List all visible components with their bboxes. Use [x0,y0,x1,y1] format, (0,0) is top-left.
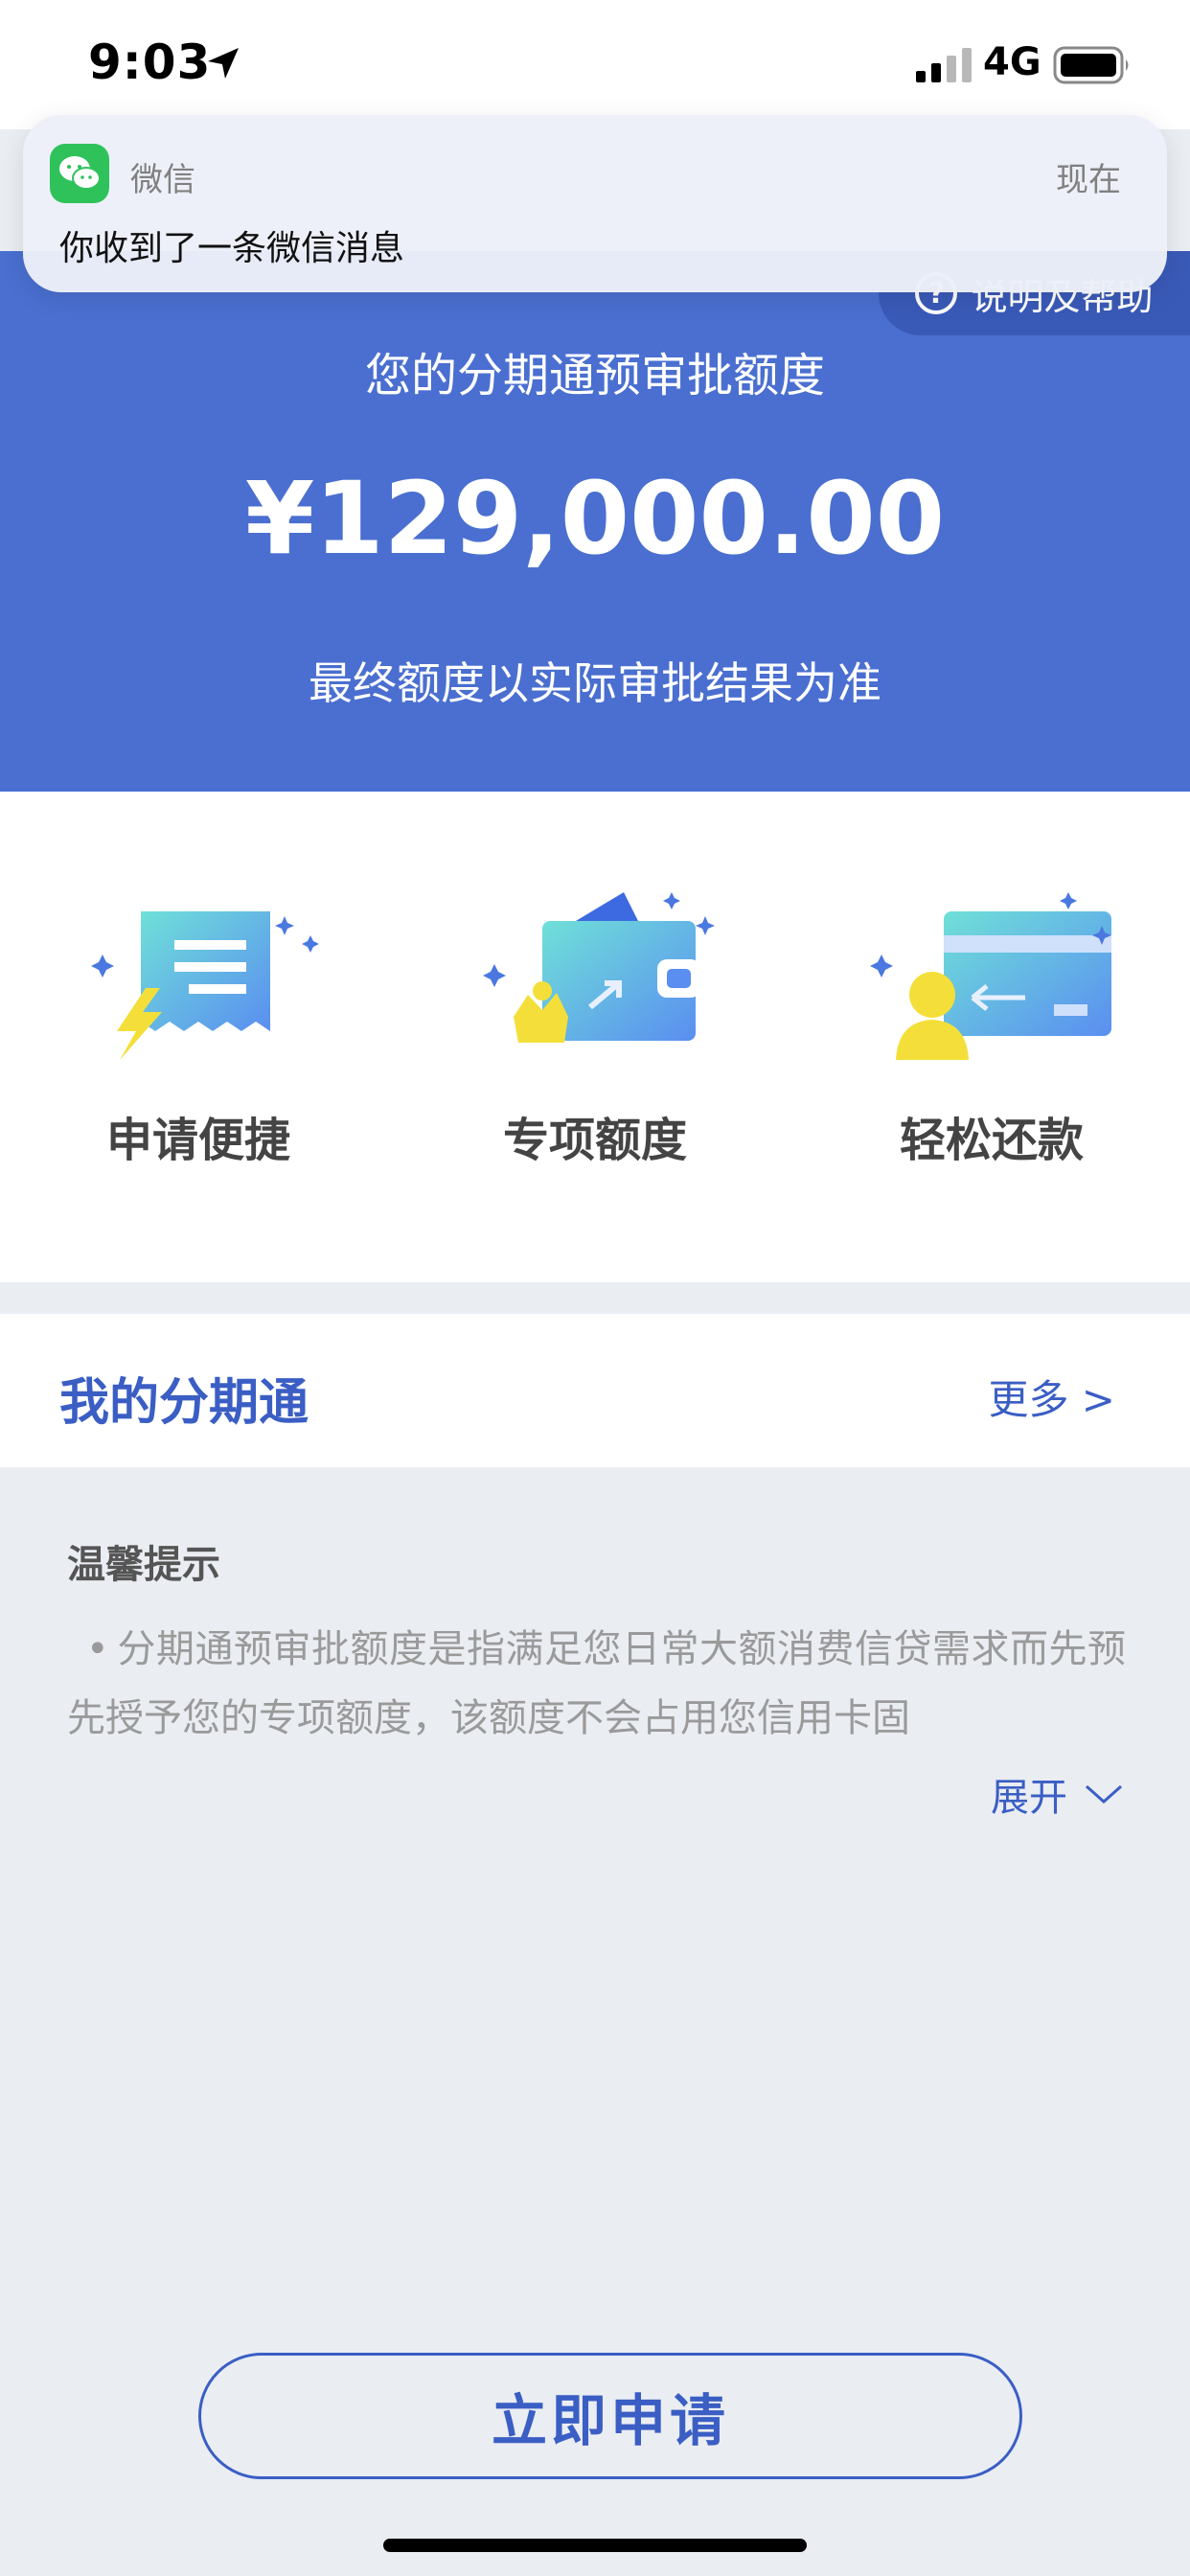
tips-body: • 分期通预审批额度是指满足您日常大额消费信贷需求而先预先授予您的专项额度，该额度… [67,1615,1126,1753]
tips-title: 温馨提示 [67,1543,220,1587]
my-installment-title: 我的分期通 [59,1374,309,1432]
quota-banner: ? 说明及帮助 您的分期通预审批额度 ¥129,000.00 最终额度以实际审批… [0,251,1190,792]
notification-time: 现在 [1056,161,1121,199]
banner-note: 最终额度以实际审批结果为准 [309,657,881,709]
wechat-icon [50,144,109,203]
battery-icon [1053,46,1129,84]
notification-app-name: 微信 [130,161,195,199]
apply-now-button[interactable]: 立即申请 [198,2353,1022,2479]
quota-amount: ¥129,000.00 [244,460,946,577]
status-time: 9:03 [88,34,212,90]
feature-easy-repay: 轻松还款 [793,887,1190,1169]
bullet-icon: • [86,1627,109,1671]
tips-text: 分期通预审批额度是指满足您日常大额消费信贷需求而先预先授予您的专项额度，该额度不… [67,1627,1126,1740]
notification-message: 你收到了一条微信消息 [59,229,405,268]
fast-apply-icon [91,911,319,1060]
feature-special-quota: 专项额度 [397,887,793,1169]
expand-button[interactable]: 展开 [991,1766,1123,1822]
banner-title: 您的分期通预审批额度 [364,349,825,402]
feature-label: 轻松还款 [899,1114,1084,1167]
feature-label: 专项额度 [502,1114,687,1167]
card-repay-icon [870,892,1111,1060]
status-bar: 9:03 4G [0,0,1190,129]
signal-icon [916,48,972,82]
more-link[interactable]: 更多 > [988,1368,1115,1426]
feature-fast-apply: 申请便捷 [0,887,397,1169]
my-installment-row[interactable]: 我的分期通 更多 > [0,1314,1190,1467]
home-indicator[interactable] [383,2539,807,2552]
feature-section: 申请便捷 专项额度 轻松还款 [0,792,1190,1282]
feature-label: 申请便捷 [105,1114,290,1167]
network-type: 4G [983,40,1041,84]
wechat-notification[interactable]: 微信 现在 你收到了一条微信消息 [23,115,1167,292]
chevron-down-icon [1086,1784,1122,1805]
expand-label: 展开 [991,1776,1067,1820]
wallet-crown-icon [483,892,715,1043]
location-arrow-icon [208,48,239,79]
